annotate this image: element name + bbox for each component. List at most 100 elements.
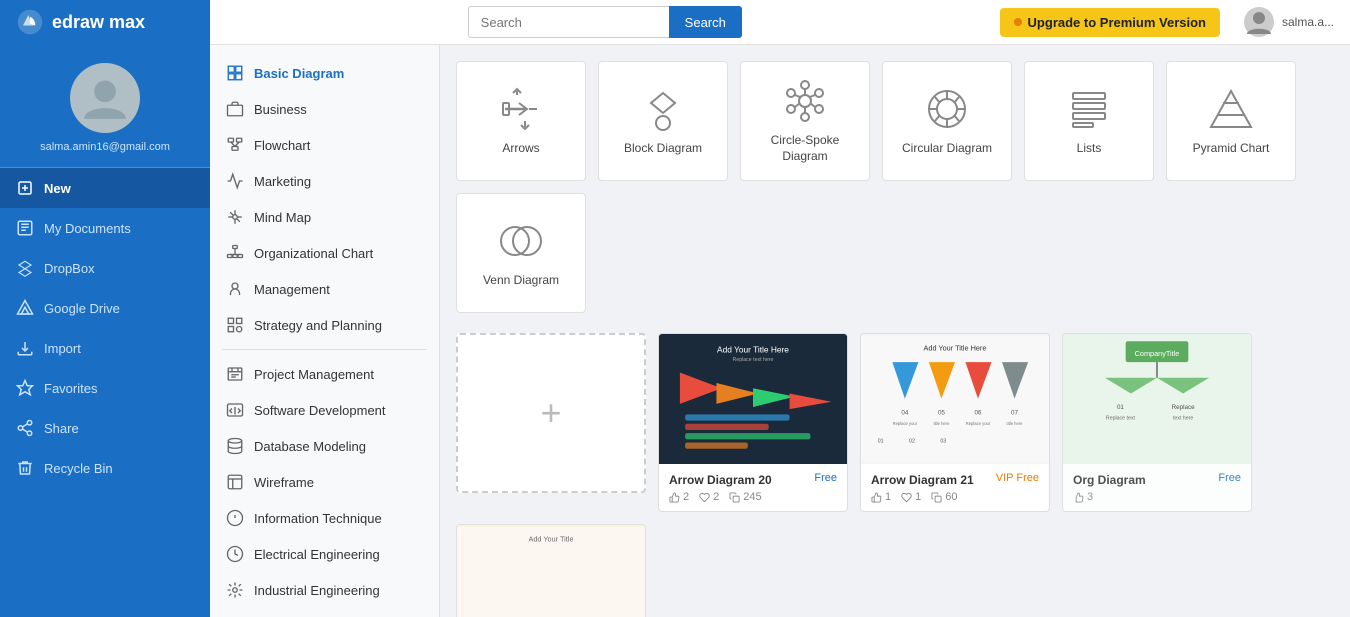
- category-label-database-modeling: Database Modeling: [254, 439, 366, 454]
- category-information-technique[interactable]: Information Technique: [210, 500, 439, 536]
- category-marketing[interactable]: Marketing: [210, 163, 439, 199]
- recycle-bin-icon: [16, 459, 34, 477]
- svg-text:Replace: Replace: [1172, 404, 1195, 411]
- diagram-card-venn[interactable]: Venn Diagram: [456, 193, 586, 313]
- svg-text:title here: title here: [1007, 421, 1024, 426]
- circular-diagram-label: Circular Diagram: [902, 141, 992, 157]
- new-blank-card[interactable]: +: [456, 333, 646, 493]
- template-hearts-arrow-21: 1: [901, 491, 921, 503]
- svg-text:04: 04: [901, 410, 908, 417]
- category-database-modeling[interactable]: Database Modeling: [210, 428, 439, 464]
- sidebar-item-google-drive[interactable]: Google Drive: [0, 288, 210, 328]
- sidebar-label-favorites: Favorites: [44, 381, 97, 396]
- electrical-icon: [226, 545, 244, 563]
- category-mind-map[interactable]: Mind Map: [210, 199, 439, 235]
- plus-icon: +: [540, 392, 561, 434]
- category-label-management: Management: [254, 282, 330, 297]
- dropbox-icon: [16, 259, 34, 277]
- sidebar-item-dropbox[interactable]: DropBox: [0, 248, 210, 288]
- category-electrical-engineering[interactable]: Electrical Engineering: [210, 536, 439, 572]
- svg-text:Add Your Title: Add Your Title: [528, 535, 573, 544]
- svg-text:06: 06: [975, 410, 982, 417]
- logo-icon: [16, 8, 44, 36]
- category-flowchart[interactable]: Flowchart: [210, 127, 439, 163]
- diagram-card-circle-spoke[interactable]: Circle-Spoke Diagram: [740, 61, 870, 181]
- sidebar-item-import[interactable]: Import: [0, 328, 210, 368]
- template-info-arrow-21: Arrow Diagram 21 VIP Free 1 1: [861, 464, 1049, 511]
- template-thumb-extra: Add Your Title: [457, 525, 645, 617]
- diagram-card-pyramid[interactable]: Pyramid Chart: [1166, 61, 1296, 181]
- category-label-electrical-engineering: Electrical Engineering: [254, 547, 380, 562]
- template-card-extra[interactable]: Add Your Title Arrow Diagram VIP: [456, 524, 646, 617]
- template-preview-arrow-21: Add Your Title Here 04 05 06 07 Replace: [861, 336, 1049, 461]
- category-software-development[interactable]: Software Development: [210, 392, 439, 428]
- category-label-marketing: Marketing: [254, 174, 311, 189]
- project-management-icon: [226, 365, 244, 383]
- template-badge-org: Free: [1218, 472, 1241, 484]
- template-thumb-org: CompanyTitle 01 Replace Replace text tex…: [1063, 334, 1251, 464]
- database-icon: [226, 437, 244, 455]
- template-card-arrow-21[interactable]: Add Your Title Here 04 05 06 07 Replace: [860, 333, 1050, 512]
- diagram-card-arrows[interactable]: Arrows: [456, 61, 586, 181]
- sidebar-item-new[interactable]: New: [0, 168, 210, 208]
- svg-text:Replace your: Replace your: [966, 421, 991, 426]
- sidebar-nav: New My Documents DropBox Google Drive Im…: [0, 168, 210, 488]
- circular-diagram-icon: [923, 85, 971, 133]
- template-preview-extra: Add Your Title: [457, 527, 645, 617]
- template-stats-arrow-20: 2 2 245: [669, 491, 837, 503]
- basic-diagram-icon: [226, 64, 244, 82]
- template-badge-arrow-20: Free: [814, 472, 837, 484]
- logo-text: edraw max: [52, 12, 145, 33]
- category-label-project-management: Project Management: [254, 367, 374, 382]
- svg-text:Replace text: Replace text: [1106, 416, 1136, 422]
- diagram-type-grid: Arrows Block Diagram: [456, 61, 1334, 313]
- category-organizational-chart[interactable]: Organizational Chart: [210, 235, 439, 271]
- svg-text:05: 05: [938, 410, 945, 417]
- sidebar-item-recycle-bin[interactable]: Recycle Bin: [0, 448, 210, 488]
- upgrade-label: Upgrade to Premium Version: [1028, 15, 1206, 30]
- user-avatar: [1244, 7, 1274, 37]
- template-card-arrow-20[interactable]: Add Your Title Here Replace text here: [658, 333, 848, 512]
- search-bar: Search: [468, 6, 742, 38]
- category-management[interactable]: Management: [210, 271, 439, 307]
- template-stat-org: 3: [1073, 491, 1093, 503]
- category-label-information-technique: Information Technique: [254, 511, 382, 526]
- templates-row: + Add Your Title Here Replace text here: [456, 333, 1334, 617]
- category-business[interactable]: Business: [210, 91, 439, 127]
- sidebar-profile: salma.amin16@gmail.com: [0, 45, 210, 168]
- diagram-card-block[interactable]: Block Diagram: [598, 61, 728, 181]
- favorites-icon: [16, 379, 34, 397]
- pyramid-icon: [1207, 85, 1255, 133]
- template-card-org[interactable]: CompanyTitle 01 Replace Replace text tex…: [1062, 333, 1252, 512]
- template-likes-arrow-20: 2: [669, 491, 689, 503]
- block-diagram-label: Block Diagram: [624, 141, 702, 157]
- category-project-management[interactable]: Project Management: [210, 356, 439, 392]
- svg-text:Replace your: Replace your: [893, 421, 918, 426]
- templates-section: + Add Your Title Here Replace text here: [456, 333, 1334, 617]
- search-button[interactable]: Search: [669, 6, 742, 38]
- svg-text:03: 03: [940, 439, 946, 445]
- diagram-card-lists[interactable]: Lists: [1024, 61, 1154, 181]
- sidebar-item-my-documents[interactable]: My Documents: [0, 208, 210, 248]
- category-wireframe[interactable]: Wireframe: [210, 464, 439, 500]
- circle-spoke-label: Circle-Spoke Diagram: [749, 133, 861, 164]
- sidebar-item-share[interactable]: Share: [0, 408, 210, 448]
- sidebar: salma.amin16@gmail.com New My Documents …: [0, 45, 210, 617]
- arrows-diagram-icon: [497, 85, 545, 133]
- svg-text:07: 07: [1011, 410, 1018, 417]
- diagram-card-circular[interactable]: Circular Diagram: [882, 61, 1012, 181]
- category-panel: Basic Diagram Business Flowchart Marketi…: [210, 45, 440, 617]
- category-basic-diagram[interactable]: Basic Diagram: [210, 55, 439, 91]
- category-industrial-engineering[interactable]: Industrial Engineering: [210, 572, 439, 608]
- upgrade-button[interactable]: Upgrade to Premium Version: [1000, 8, 1220, 37]
- sidebar-item-favorites[interactable]: Favorites: [0, 368, 210, 408]
- search-input[interactable]: [468, 6, 669, 38]
- category-label-flowchart: Flowchart: [254, 138, 310, 153]
- category-label-basic-diagram: Basic Diagram: [254, 66, 344, 81]
- user-area[interactable]: salma.a...: [1244, 7, 1334, 37]
- mind-map-icon: [226, 208, 244, 226]
- svg-text:CompanyTitle: CompanyTitle: [1135, 349, 1180, 358]
- user-name: salma.a...: [1282, 15, 1334, 29]
- user-icon: [1244, 7, 1274, 37]
- category-strategy-planning[interactable]: Strategy and Planning: [210, 307, 439, 343]
